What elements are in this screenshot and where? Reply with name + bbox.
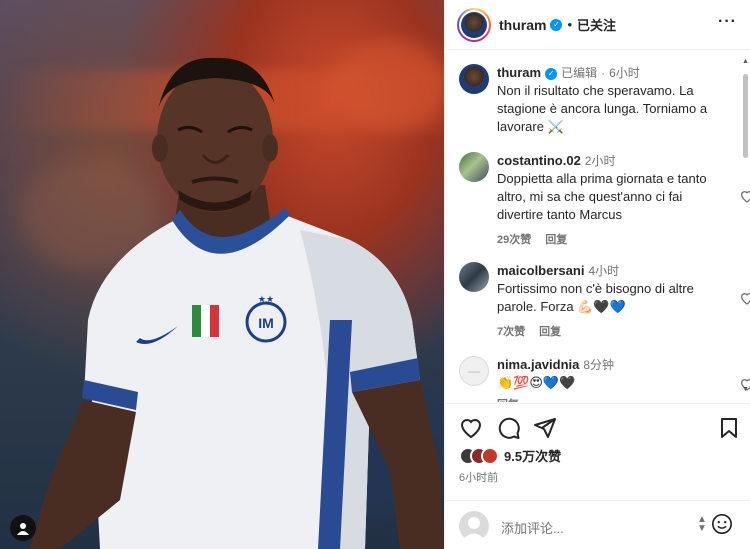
bookmark-icon[interactable] <box>717 416 741 440</box>
reply-button[interactable]: 回复 <box>539 326 561 338</box>
emoji-icon[interactable] <box>711 513 733 535</box>
commenter-avatar[interactable] <box>459 152 489 182</box>
verified-badge-icon: ✓ <box>550 18 563 31</box>
post-panel: thuram ✓ • 已关注 ··· thuram ✓ 已编辑 · 6小时 Non il… <box>444 0 750 549</box>
scroll-down-arrow-icon[interactable]: ▼ <box>742 386 749 393</box>
scroll-up-arrow-icon[interactable]: ▲ <box>742 58 749 65</box>
liker-avatar <box>481 446 499 465</box>
comment-time: 8分钟 <box>583 358 615 372</box>
post-actions <box>445 403 750 451</box>
comment-username[interactable]: nima.javidnia <box>497 357 579 372</box>
comment-username[interactable]: costantino.02 <box>497 153 581 168</box>
caption-text: Non il risultato che speravamo. La stagi… <box>497 83 708 134</box>
post-timestamp[interactable]: 6小时前 <box>459 469 498 485</box>
comment-username[interactable]: maicolbersani <box>497 263 584 278</box>
comment-time: 2小时 <box>584 154 616 168</box>
send-icon[interactable] <box>533 416 557 440</box>
likes-summary[interactable]: 9.5万次赞 <box>459 446 561 465</box>
heart-icon[interactable] <box>459 416 483 440</box>
likes-count[interactable]: 9.5万次赞 <box>504 446 561 465</box>
comment-input[interactable]: 添加评论... <box>501 518 564 537</box>
separator-dot: · <box>601 66 606 80</box>
add-comment-bar: 添加评论... ▲ ▼ <box>445 500 750 549</box>
player-illustration: IM ★★ <box>30 57 444 549</box>
comment-icon[interactable] <box>497 416 521 440</box>
commenter-avatar[interactable]: — <box>459 356 489 386</box>
tagged-user-icon[interactable] <box>10 515 36 541</box>
resize-handle-icon[interactable]: ▲ ▼ <box>697 515 707 534</box>
reply-button[interactable]: 回复 <box>545 234 567 246</box>
commenter-avatar[interactable] <box>459 262 489 292</box>
comment-text: Doppietta alla prima giornata e tanto al… <box>497 171 707 222</box>
separator-dot: • <box>567 17 573 32</box>
reply-button[interactable]: 回复 <box>497 399 519 402</box>
comment-time: 4小时 <box>588 264 620 278</box>
caption-username[interactable]: thuram <box>497 65 541 80</box>
comments-list[interactable]: thuram ✓ 已编辑 · 6小时 Non il risultato che sper… <box>445 52 750 402</box>
comments-scrollbar[interactable]: ▲ ▼ <box>741 56 750 396</box>
caption-time: 6小时 <box>609 66 640 80</box>
post-header: thuram ✓ • 已关注 ··· <box>445 0 750 50</box>
svg-text:★★: ★★ <box>258 295 274 305</box>
edited-label: 已编辑 <box>561 66 598 80</box>
current-user-avatar <box>459 511 489 541</box>
verified-badge-icon: ✓ <box>545 67 558 80</box>
comment-likes[interactable]: 7次赞 <box>497 326 525 338</box>
author-username[interactable]: thuram <box>499 17 546 33</box>
following-button[interactable]: 已关注 <box>577 15 616 34</box>
comment-text: 👏💯😍💙🖤 <box>497 375 576 390</box>
svg-text:IM: IM <box>258 315 274 331</box>
author-avatar[interactable] <box>457 7 491 42</box>
comment-likes[interactable]: 29次赞 <box>497 234 531 246</box>
comment-text: Fortissimo non c'è bisogno di altre paro… <box>497 281 694 314</box>
post-photo: IM ★★ <box>0 0 444 549</box>
more-horizontal-icon[interactable]: ··· <box>718 13 737 31</box>
scrollbar-thumb[interactable] <box>743 74 748 158</box>
caption-avatar[interactable] <box>459 64 489 94</box>
